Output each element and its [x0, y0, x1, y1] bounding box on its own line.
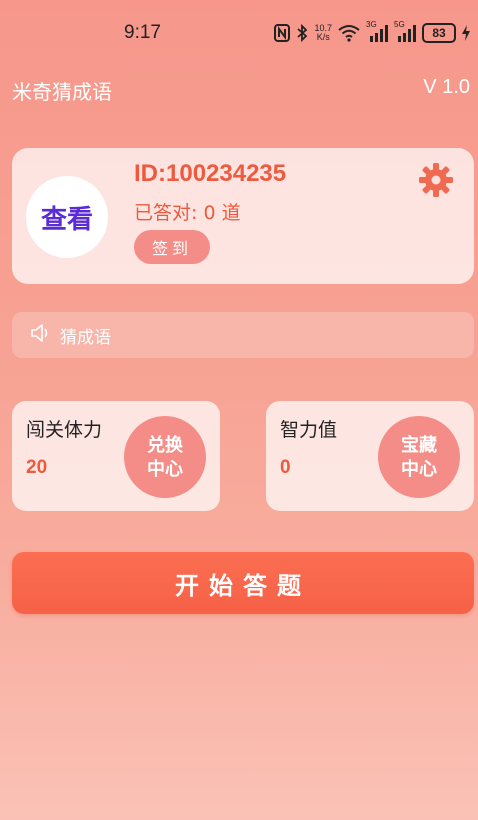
notice-text: 猜成语: [60, 327, 111, 348]
user-id: ID:100234235: [134, 160, 287, 187]
answered-count: 已答对: 0 道: [134, 202, 241, 224]
status-bar: 9:17 10.7 K/s 3G 5G 83: [0, 0, 478, 64]
iq-label: 智力值: [280, 419, 338, 441]
exchange-center-button[interactable]: 兑换中心: [124, 416, 206, 498]
wifi-icon: [338, 24, 360, 42]
network-speed: 10.7 K/s: [314, 23, 332, 42]
signin-button[interactable]: 签到: [134, 230, 210, 264]
battery-indicator: 83: [422, 23, 456, 43]
iq-value: 0: [280, 457, 291, 478]
version-label: V 1.0: [423, 76, 470, 98]
stamina-value: 20: [26, 457, 48, 478]
gear-icon[interactable]: [418, 162, 454, 198]
app-title: 米奇猜成语: [12, 80, 112, 104]
start-quiz-button[interactable]: 开始答题: [12, 552, 474, 614]
status-time: 9:17: [124, 22, 161, 43]
profile-card: 查看 ID:100234235 已答对: 0 道 签到: [12, 148, 474, 284]
nfc-icon: [274, 24, 291, 42]
signal-3g-icon: 3G: [366, 20, 388, 42]
notice-bar: 猜成语: [12, 312, 474, 358]
stamina-card: 闯关体力 20 兑换中心: [12, 401, 220, 511]
iq-card: 智力值 0 宝藏中心: [266, 401, 474, 511]
bluetooth-icon: [296, 24, 308, 42]
avatar[interactable]: 查看: [26, 176, 108, 258]
signal-5g-icon: 5G: [394, 20, 416, 42]
charging-icon: [462, 25, 470, 41]
treasure-center-button[interactable]: 宝藏中心: [378, 416, 460, 498]
speaker-icon: [30, 323, 52, 347]
status-icons: 10.7 K/s 3G 5G 83: [274, 20, 470, 46]
stamina-label: 闯关体力: [26, 419, 103, 441]
